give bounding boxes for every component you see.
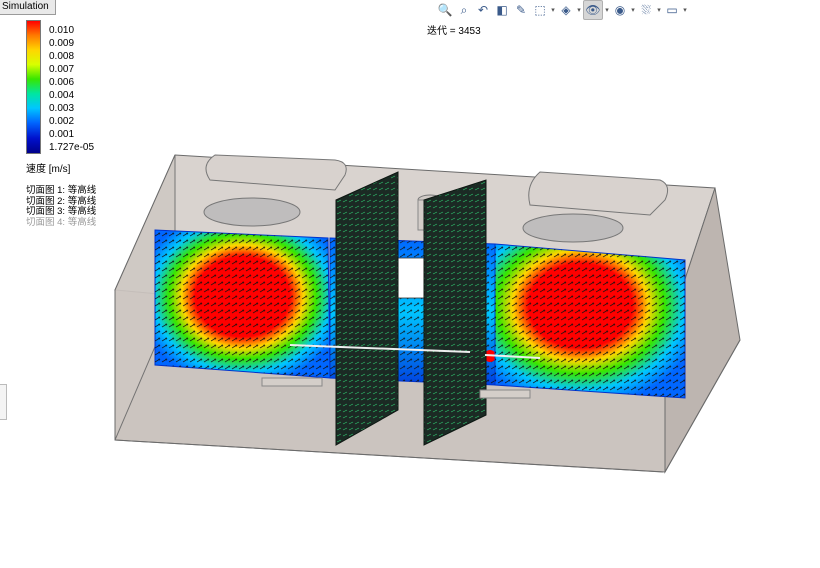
baffle-cut-plane-1	[335, 171, 399, 446]
graphics-viewport[interactable]	[0, 0, 820, 568]
baffle-cut-plane-2	[423, 179, 487, 446]
